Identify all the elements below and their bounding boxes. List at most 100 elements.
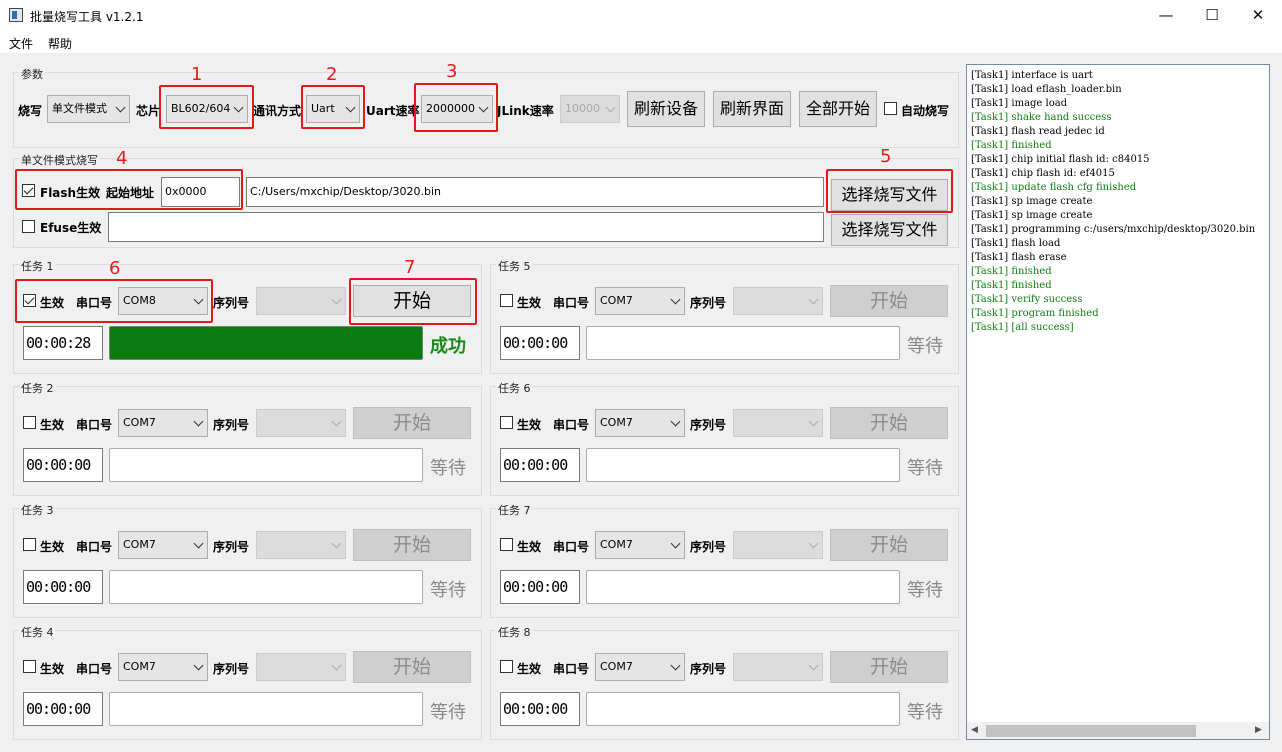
start-all-button[interactable]: 全部开始 — [799, 91, 877, 127]
task-enable-checkbox[interactable] — [500, 294, 513, 307]
chevron-down-icon — [605, 102, 616, 113]
refresh-ui-button[interactable]: 刷新界面 — [713, 91, 791, 127]
task-port-select[interactable]: COM7 — [595, 409, 685, 437]
task-start-button[interactable]: 开始 — [353, 407, 471, 439]
annotation-number: 3 — [446, 61, 458, 82]
chevron-down-icon — [331, 416, 342, 427]
task-enable-checkbox[interactable] — [23, 538, 36, 551]
task-timer: 00:00:00 — [23, 692, 103, 726]
task-timer: 00:00:00 — [500, 326, 580, 360]
close-button[interactable]: ✕ — [1235, 0, 1281, 31]
refresh-device-button[interactable]: 刷新设备 — [627, 91, 705, 127]
menu-help[interactable]: 帮助 — [48, 35, 72, 52]
chevron-down-icon — [808, 660, 819, 671]
scroll-left-icon[interactable]: ◀ — [971, 725, 978, 735]
efuse-file-path-input[interactable] — [108, 212, 824, 242]
task-serial-select[interactable] — [733, 531, 823, 559]
task-serial-select[interactable] — [256, 653, 346, 681]
task-port-select[interactable]: COM7 — [118, 653, 208, 681]
task-port-label: 串口号 — [553, 662, 590, 676]
task-enable-label: 生效 — [517, 662, 542, 676]
uart-rate-label: Uart速率 — [366, 104, 420, 118]
log-panel[interactable]: [Task1] interface is uart [Task1] load ef… — [966, 64, 1270, 740]
flash-file-path-input[interactable]: C:/Users/mxchip/Desktop/3020.bin — [246, 177, 824, 207]
log-line: [Task1] update flash cfg finished — [971, 182, 1137, 193]
choose-efuse-file-button[interactable]: 选择烧写文件 — [831, 214, 948, 246]
log-line: [Task1] finished — [971, 140, 1052, 151]
log-line: [Task1] verify success — [971, 294, 1083, 305]
log-scrollbar-thumb[interactable] — [986, 725, 1196, 737]
task-enable-checkbox[interactable] — [500, 416, 513, 429]
log-line: [Task1] finished — [971, 280, 1052, 291]
task-enable-checkbox[interactable] — [23, 416, 36, 429]
task-enable-checkbox[interactable] — [23, 660, 36, 673]
menu-file[interactable]: 文件 — [9, 35, 33, 52]
log-line: [Task1] chip initial flash id: c84015 — [971, 154, 1150, 165]
task-port-select[interactable]: COM7 — [595, 287, 685, 315]
task-port-label: 串口号 — [553, 418, 590, 432]
window-title: 批量烧写工具 v1.2.1 — [30, 10, 144, 24]
task-title: 任务 7 — [496, 502, 533, 518]
log-line: [Task1] flash erase — [971, 252, 1067, 263]
task-serial-select[interactable] — [733, 653, 823, 681]
task-enable-checkbox[interactable] — [500, 538, 513, 551]
task-progress-bar — [109, 326, 423, 360]
annotation-number: 5 — [880, 146, 892, 167]
task-serial-label: 序列号 — [213, 540, 250, 554]
task-start-button[interactable]: 开始 — [830, 651, 948, 683]
task-start-button[interactable]: 开始 — [353, 529, 471, 561]
task-status: 等待 — [430, 458, 466, 479]
task-progress-bar — [586, 570, 900, 604]
task-enable-label: 生效 — [40, 418, 65, 432]
log-line: [Task1] image load — [971, 98, 1068, 109]
burn-mode-select[interactable]: 单文件模式 — [47, 95, 130, 123]
annotation-number: 4 — [116, 148, 128, 169]
log-line: [Task1] flash read jedec id — [971, 126, 1105, 137]
task-serial-label: 序列号 — [690, 540, 727, 554]
comm-mode-label: 通讯方式 — [253, 104, 302, 118]
task-serial-select[interactable] — [733, 409, 823, 437]
task-timer: 00:00:00 — [23, 570, 103, 604]
task-start-button[interactable]: 开始 — [353, 651, 471, 683]
task-serial-select[interactable] — [733, 287, 823, 315]
task-enable-checkbox[interactable] — [500, 660, 513, 673]
task-port-select[interactable]: COM7 — [595, 653, 685, 681]
task-serial-select[interactable] — [256, 409, 346, 437]
task-port-select[interactable]: COM7 — [118, 409, 208, 437]
task-serial-select[interactable] — [256, 531, 346, 559]
task-start-button[interactable]: 开始 — [830, 285, 948, 317]
task-progress-bar — [586, 448, 900, 482]
auto-burn-label: 自动烧写 — [901, 104, 950, 118]
efuse-enable-label: Efuse生效 — [40, 221, 102, 235]
chevron-down-icon — [670, 538, 681, 549]
task-serial-select[interactable] — [256, 287, 346, 315]
efuse-enable-checkbox[interactable] — [22, 220, 35, 233]
minimize-button[interactable]: — — [1143, 0, 1189, 31]
log-line: [Task1] flash load — [971, 238, 1061, 249]
scroll-right-icon[interactable]: ▶ — [1255, 725, 1262, 735]
log-line: [Task1] finished — [971, 266, 1052, 277]
auto-burn-checkbox[interactable] — [884, 102, 897, 115]
title-bar — [0, 0, 1282, 31]
task-status: 等待 — [430, 580, 466, 601]
task-start-button[interactable]: 开始 — [830, 529, 948, 561]
task-status: 等待 — [907, 336, 943, 357]
task-port-select[interactable]: COM7 — [118, 531, 208, 559]
task-status: 等待 — [907, 458, 943, 479]
task-port-select[interactable]: COM7 — [595, 531, 685, 559]
task-timer: 00:00:00 — [23, 448, 103, 482]
menu-bar — [0, 31, 1282, 53]
log-line: [Task1] load eflash_loader.bin — [971, 84, 1122, 95]
chevron-down-icon — [808, 416, 819, 427]
annotation-box-task1-port — [15, 279, 213, 323]
chevron-down-icon — [670, 294, 681, 305]
jlink-rate-select[interactable]: 10000 — [560, 95, 620, 123]
task-start-button[interactable]: 开始 — [830, 407, 948, 439]
task-title: 任务 1 — [19, 258, 56, 274]
chevron-down-icon — [331, 294, 342, 305]
chevron-down-icon — [670, 660, 681, 671]
task-progress-bar — [109, 570, 423, 604]
single-file-group-title: 单文件模式烧写 — [19, 152, 100, 168]
annotation-box-uart-rate — [414, 83, 498, 132]
maximize-button[interactable]: ☐ — [1189, 0, 1235, 31]
